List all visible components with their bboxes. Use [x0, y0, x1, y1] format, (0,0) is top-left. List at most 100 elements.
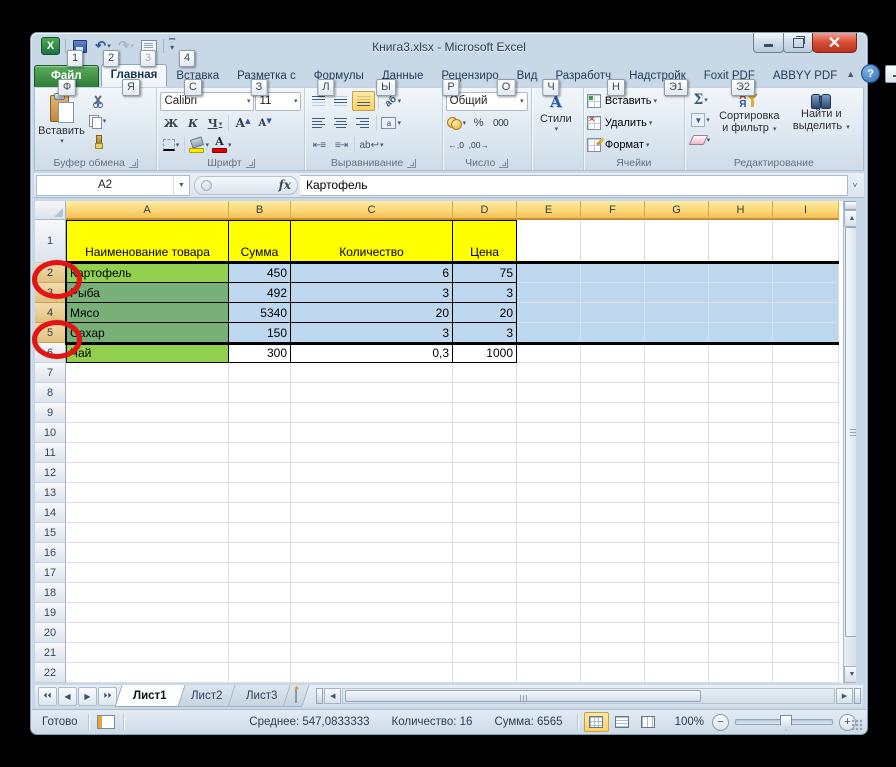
cell-G7[interactable] — [645, 363, 709, 383]
cell-I8[interactable] — [773, 383, 839, 403]
cell-F17[interactable] — [581, 563, 645, 583]
cell-D21[interactable] — [453, 643, 517, 663]
column-header-D[interactable]: D — [453, 201, 517, 220]
cell-E4[interactable] — [517, 303, 581, 323]
cell-B15[interactable] — [229, 523, 291, 543]
tab-abbyy-pdf[interactable]: ABBYY PDF — [764, 66, 846, 87]
autosum-button[interactable]: Σ ▾ — [690, 91, 712, 109]
cell-C1[interactable]: Количество — [291, 220, 453, 263]
cell-B21[interactable] — [229, 643, 291, 663]
cell-G12[interactable] — [645, 463, 709, 483]
cell-G15[interactable] — [645, 523, 709, 543]
cell-I10[interactable] — [773, 423, 839, 443]
cell-G19[interactable] — [645, 603, 709, 623]
horizontal-split-handle[interactable] — [854, 688, 861, 704]
cell-E10[interactable] — [517, 423, 581, 443]
cell-H20[interactable] — [709, 623, 773, 643]
cell-B5[interactable]: 150 — [229, 323, 291, 343]
resize-grip[interactable] — [851, 719, 863, 731]
cell-H7[interactable] — [709, 363, 773, 383]
formula-input[interactable]: Картофель — [300, 174, 848, 196]
cell-D9[interactable] — [453, 403, 517, 423]
align-right-button[interactable] — [352, 114, 373, 132]
cell-B1[interactable]: Сумма — [229, 220, 291, 263]
cell-H22[interactable] — [709, 663, 773, 683]
cell-D11[interactable] — [453, 443, 517, 463]
cell-B17[interactable] — [229, 563, 291, 583]
cell-F9[interactable] — [581, 403, 645, 423]
scroll-left-button[interactable]: ◀ — [324, 688, 342, 704]
cell-F11[interactable] — [581, 443, 645, 463]
column-header-E[interactable]: E — [517, 201, 581, 220]
cell-I1[interactable] — [773, 220, 839, 263]
cell-C16[interactable] — [291, 543, 453, 563]
merge-center-button[interactable]: a ▾ — [380, 114, 402, 132]
cell-D10[interactable] — [453, 423, 517, 443]
cell-C2[interactable]: 6 — [291, 263, 453, 283]
sheet-tab-Лист1[interactable]: Лист1 — [114, 685, 186, 707]
sort-filter-button[interactable]: АЯ Сортировка и фильтр ▾ — [713, 90, 785, 156]
underline-button[interactable]: Ч ▾ — [204, 114, 225, 132]
cell-B16[interactable] — [229, 543, 291, 563]
cell-B18[interactable] — [229, 583, 291, 603]
next-sheet-button[interactable]: ▶ — [78, 686, 97, 706]
cell-D2[interactable]: 75 — [453, 263, 517, 283]
cell-B11[interactable] — [229, 443, 291, 463]
cell-B7[interactable] — [229, 363, 291, 383]
cell-D6[interactable]: 1000 — [453, 343, 517, 363]
cell-I2[interactable] — [773, 263, 839, 283]
clear-button[interactable]: ▾ — [688, 131, 712, 149]
cell-B20[interactable] — [229, 623, 291, 643]
row-header-18[interactable]: 18 — [35, 583, 66, 603]
cell-C17[interactable] — [291, 563, 453, 583]
cell-F4[interactable] — [581, 303, 645, 323]
cell-G2[interactable] — [645, 263, 709, 283]
align-bottom-button[interactable] — [352, 91, 376, 111]
increase-indent-button[interactable]: ≡⇥ — [330, 136, 351, 154]
cell-F2[interactable] — [581, 263, 645, 283]
cell-G21[interactable] — [645, 643, 709, 663]
cell-D3[interactable]: 3 — [453, 283, 517, 303]
restore-button[interactable] — [783, 33, 813, 53]
cell-B8[interactable] — [229, 383, 291, 403]
cell-D13[interactable] — [453, 483, 517, 503]
cell-G16[interactable] — [645, 543, 709, 563]
cell-C11[interactable] — [291, 443, 453, 463]
vertical-split-handle[interactable] — [844, 201, 856, 210]
tab-formulas[interactable]: Формулы — [305, 66, 373, 87]
dialog-launcher-icon[interactable] — [499, 158, 509, 168]
cell-H18[interactable] — [709, 583, 773, 603]
cell-A19[interactable] — [66, 603, 229, 623]
cell-I20[interactable] — [773, 623, 839, 643]
cell-A13[interactable] — [66, 483, 229, 503]
workbook-minimize-button[interactable] — [885, 64, 896, 83]
shrink-font-button[interactable]: А ▼ — [254, 114, 275, 132]
cell-E22[interactable] — [517, 663, 581, 683]
cell-C9[interactable] — [291, 403, 453, 423]
cell-E12[interactable] — [517, 463, 581, 483]
cell-G6[interactable] — [645, 343, 709, 363]
increase-decimal-button[interactable]: ←,0 — [446, 136, 467, 154]
fill-color-button[interactable]: ▾ — [188, 135, 210, 154]
cell-H19[interactable] — [709, 603, 773, 623]
cell-F12[interactable] — [581, 463, 645, 483]
cell-A9[interactable] — [66, 403, 229, 423]
align-center-button[interactable] — [330, 114, 351, 132]
row-header-8[interactable]: 8 — [35, 383, 66, 403]
cell-E14[interactable] — [517, 503, 581, 523]
cell-H3[interactable] — [709, 283, 773, 303]
cell-G13[interactable] — [645, 483, 709, 503]
cell-B4[interactable]: 5340 — [229, 303, 291, 323]
dialog-launcher-icon[interactable] — [407, 158, 417, 168]
cell-C8[interactable] — [291, 383, 453, 403]
column-header-I[interactable]: I — [773, 201, 839, 220]
cell-H15[interactable] — [709, 523, 773, 543]
cell-C7[interactable] — [291, 363, 453, 383]
cell-I18[interactable] — [773, 583, 839, 603]
cell-H17[interactable] — [709, 563, 773, 583]
row-header-15[interactable]: 15 — [35, 523, 66, 543]
zoom-level[interactable]: 100% — [667, 716, 712, 728]
cell-C22[interactable] — [291, 663, 453, 683]
row-header-12[interactable]: 12 — [35, 463, 66, 483]
last-sheet-button[interactable]: ⏵⏵ — [98, 686, 117, 706]
